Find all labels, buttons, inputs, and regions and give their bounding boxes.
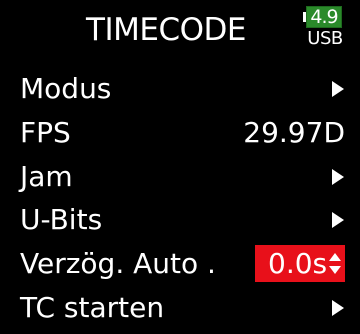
battery-indicator: 4.9 USB — [303, 6, 347, 54]
chevron-right-icon — [332, 212, 344, 229]
battery-value: 4.9 — [310, 6, 338, 28]
up-down-arrows-icon — [329, 253, 341, 275]
arrow-up-icon — [329, 253, 341, 262]
menu-item-tc-start[interactable]: TC starten — [0, 287, 360, 331]
menu-item-label: Modus — [20, 72, 112, 105]
menu-item-label: TC starten — [20, 290, 165, 324]
auto-delay-value[interactable]: 0.0s — [268, 243, 327, 285]
menu-item-label: FPS — [20, 115, 71, 149]
page-title: TIMECODE — [86, 12, 246, 48]
header: TIMECODE 4.9 USB — [0, 0, 360, 60]
menu-item-auto-delay[interactable]: Verzög. Auto . 0.0s — [0, 243, 360, 287]
menu-item-modus[interactable]: Modus — [0, 68, 360, 112]
menu-item-label: Verzög. Auto . — [20, 247, 216, 281]
timecode-menu: Modus FPS 29.97D Jam U-Bits Verzög. Auto… — [0, 68, 360, 331]
chevron-right-icon — [332, 81, 344, 97]
power-source-label: USB — [307, 28, 343, 49]
menu-item-fps[interactable]: FPS 29.97D — [0, 112, 360, 156]
timecode-screen: TIMECODE 4.9 USB Modus FPS 29.97D Jam U-… — [0, 0, 360, 334]
fps-value: 29.97D — [243, 115, 345, 149]
menu-item-label: U-Bits — [20, 203, 103, 237]
menu-item-jam[interactable]: Jam — [0, 156, 360, 200]
arrow-down-icon — [329, 266, 341, 275]
menu-item-u-bits[interactable]: U-Bits — [0, 199, 360, 243]
chevron-right-icon — [332, 168, 344, 185]
chevron-right-icon — [332, 299, 344, 316]
menu-item-label: Jam — [20, 159, 73, 193]
